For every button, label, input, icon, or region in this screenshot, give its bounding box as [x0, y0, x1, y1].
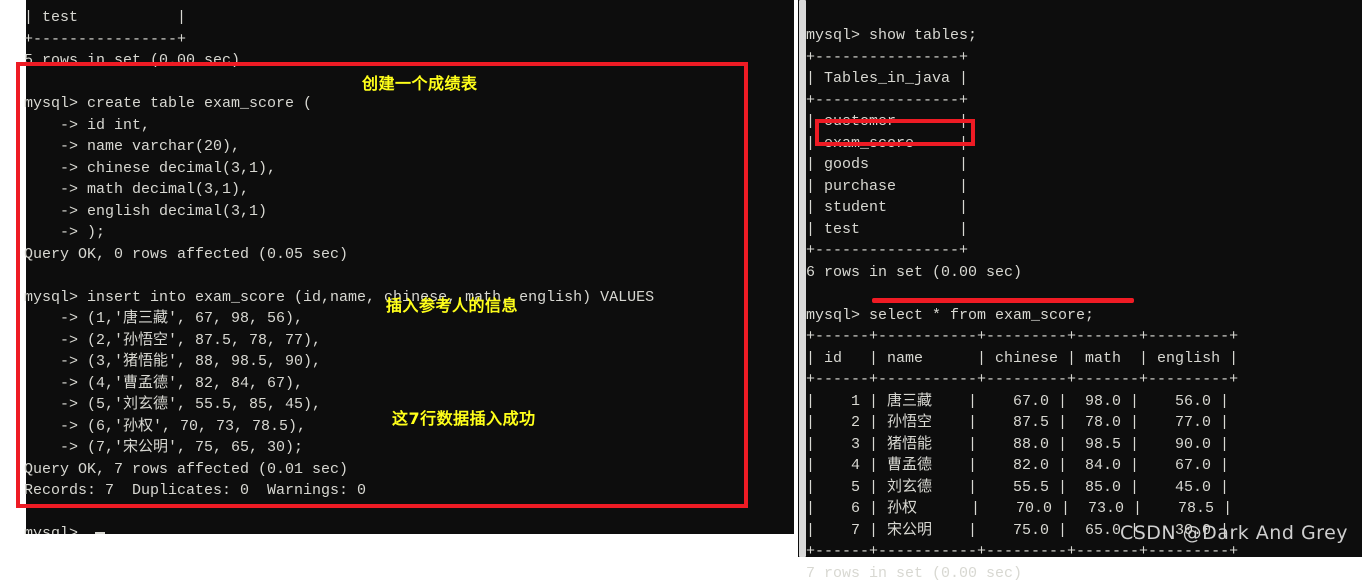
bottom-white-strip [0, 534, 798, 557]
select-statement-underline [872, 298, 1134, 303]
left-white-gutter [0, 0, 26, 557]
scrollbar-thumb[interactable] [799, 0, 806, 557]
watermark-label: CSDN @Dark And Grey [1119, 521, 1348, 544]
top-left-white-notch [0, 0, 26, 16]
annotation-insert-rows: 插入参考人的信息 [386, 296, 519, 315]
right-terminal-output: mysql> show tables; +----------------+ |… [806, 27, 1239, 582]
right-terminal-panel[interactable]: mysql> show tables; +----------------+ |… [806, 0, 1362, 582]
left-terminal-output: | test | +----------------+ 5 rows in se… [24, 7, 654, 545]
annotation-insert-success: 这7行数据插入成功 [392, 409, 536, 428]
annotation-create-table: 创建一个成绩表 [362, 74, 478, 93]
